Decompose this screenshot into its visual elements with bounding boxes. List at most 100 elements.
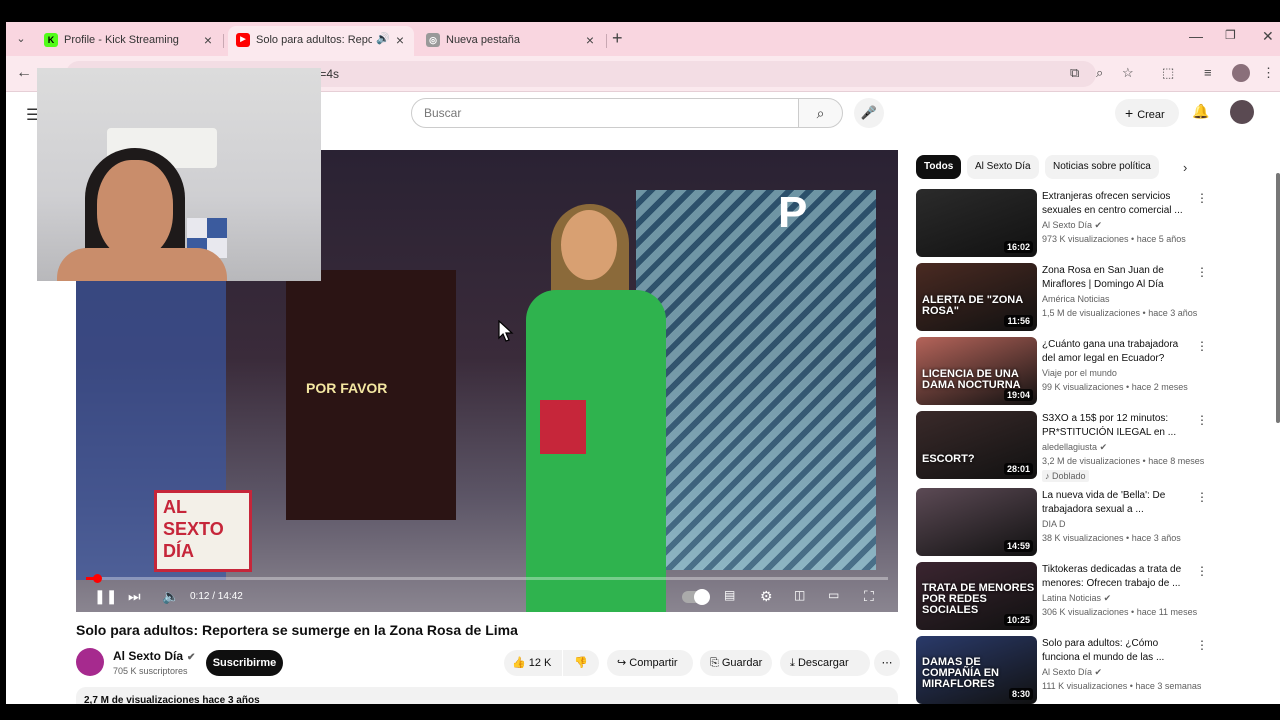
recommended-video[interactable]: LICENCIA DE UNA DAMA NOCTURNA 19:04 ¿Cuánt… <box>916 337 1216 407</box>
video-thumbnail[interactable]: ESCORT? 28:01 <box>916 411 1037 479</box>
thumbnail-text: DAMAS DE COMPAÑÍA EN MIRAFLORES <box>922 656 999 690</box>
recommended-video[interactable]: ALERTA DE "ZONA ROSA" 11:56 Zona Rosa en S… <box>916 263 1216 333</box>
tab-new-tab[interactable]: ◎ Nueva pestaña × <box>418 26 604 56</box>
chip-todos[interactable]: Todos <box>916 155 962 179</box>
video-thumbnail[interactable]: DAMAS DE COMPAÑÍA EN MIRAFLORES 8:30 <box>916 636 1037 704</box>
tab-youtube-video[interactable]: ▶ Solo para adultos: Reporter 🔊 × <box>228 26 414 56</box>
video-thumbnail[interactable]: 16:02 <box>916 189 1037 257</box>
browser-profile-avatar[interactable] <box>1232 64 1250 82</box>
extensions-puzzle-icon[interactable]: ⬚ <box>1162 65 1174 81</box>
autoplay-toggle[interactable] <box>682 589 710 605</box>
recommended-meta: 1,5 M de visualizaciones • hace 3 años <box>1042 308 1198 318</box>
video-thumbnail[interactable]: TRATA DE MENORES POR REDES SOCIALES 10:25 <box>916 562 1037 630</box>
progress-bar[interactable] <box>86 574 888 583</box>
settings-gear-icon[interactable]: ⚙ <box>760 588 773 605</box>
dubbed-badge: ♪ Doblado <box>1042 470 1089 482</box>
close-tab-icon[interactable]: × <box>204 32 212 48</box>
duration-badge: 16:02 <box>1003 241 1033 253</box>
screen: ⌄ K Profile - Kick Streaming × ▶ Solo pa… <box>0 0 1280 720</box>
webcam-person-body <box>57 248 227 281</box>
chip-noticias-politica[interactable]: Noticias sobre política <box>1045 155 1159 179</box>
tab-separator <box>606 34 607 48</box>
tab-kick-profile[interactable]: K Profile - Kick Streaming × <box>36 26 222 56</box>
kebab-menu-icon[interactable]: ⋮ <box>1196 265 1208 279</box>
recommended-title[interactable]: Extranjeras ofrecen servicios sexuales e… <box>1042 190 1192 218</box>
recommended-channel[interactable]: América Noticias <box>1042 294 1110 304</box>
download-button[interactable]: ⤓ Descargar <box>780 650 870 676</box>
show-logo-line: DÍA <box>163 541 194 561</box>
video-thumbnail[interactable]: ALERTA DE "ZONA ROSA" 11:56 <box>916 263 1037 331</box>
tab-title: Solo para adultos: Reporter <box>256 34 372 46</box>
subscribe-button[interactable]: Suscribirme <box>206 650 283 676</box>
search-box[interactable] <box>411 98 799 128</box>
next-video-icon[interactable]: ⏭ <box>128 588 141 605</box>
pause-icon[interactable]: ❚❚ <box>94 588 117 605</box>
recommended-title[interactable]: S3XO a 15$ por 12 minutos: PR*STITUCIÓN … <box>1042 412 1192 440</box>
channel-watermark-icon: P <box>778 188 808 237</box>
recommended-title[interactable]: Tiktokeras dedicadas a trata de menores:… <box>1042 563 1192 591</box>
window-close-icon[interactable]: ✕ <box>1262 28 1274 45</box>
new-tab-plus-icon[interactable]: + <box>612 28 623 49</box>
recommended-channel[interactable]: aledellagiusta ✔ <box>1042 442 1107 453</box>
recommended-title[interactable]: Solo para adultos: ¿Cómo funciona el mun… <box>1042 637 1192 665</box>
recommended-title[interactable]: Zona Rosa en San Juan de Miraflores | Do… <box>1042 264 1192 292</box>
close-tab-icon[interactable]: × <box>586 32 594 48</box>
miniplayer-icon[interactable]: ◫ <box>794 588 805 602</box>
kebab-menu-icon[interactable]: ⋮ <box>1196 638 1208 652</box>
description-box[interactable]: 2,7 M de visualizaciones hace 3 años <box>76 687 898 704</box>
recommended-channel[interactable]: Al Sexto Día ✔ <box>1042 220 1102 231</box>
recommended-title[interactable]: ¿Cuánto gana una trabajadora del amor le… <box>1042 338 1192 366</box>
kebab-menu-icon[interactable]: ⋮ <box>1196 490 1208 504</box>
recommended-video[interactable]: DAMAS DE COMPAÑÍA EN MIRAFLORES 8:30 Solo … <box>916 636 1216 704</box>
install-app-icon[interactable]: ⧉ <box>1070 65 1079 81</box>
close-tab-icon[interactable]: × <box>396 32 404 48</box>
theater-mode-icon[interactable]: ▭ <box>828 588 839 602</box>
kebab-menu-icon[interactable]: ⋮ <box>1196 339 1208 353</box>
channel-text: Al Sexto Día <box>1042 220 1093 230</box>
share-button[interactable]: ↪ Compartir <box>607 650 693 676</box>
like-button[interactable]: 👍 12 K <box>504 650 562 676</box>
tab-search-chevron-icon[interactable]: ⌄ <box>12 30 30 48</box>
recommended-video[interactable]: ESCORT? 28:01 S3XO a 15$ por 12 minutos: P… <box>916 411 1216 482</box>
page-scrollbar[interactable] <box>1276 173 1280 423</box>
fullscreen-icon[interactable]: ⛶ <box>864 588 874 605</box>
video-thumbnail[interactable]: 14:59 <box>916 488 1037 556</box>
subtitles-icon[interactable]: ▤ <box>724 588 735 602</box>
save-button[interactable]: ⎘ Guardar <box>700 650 772 676</box>
back-arrow-icon[interactable]: ← <box>16 64 32 82</box>
bookmark-star-icon[interactable]: ☆ <box>1122 65 1134 81</box>
notifications-bell-icon[interactable]: 🔔 <box>1192 103 1209 120</box>
video-thumbnail[interactable]: LICENCIA DE UNA DAMA NOCTURNA 19:04 <box>916 337 1037 405</box>
player-controls: ❚❚ ⏭ 🔈 0:12 / 14:42 ▤ ⚙ ◫ ▭ ⛶ <box>76 582 898 612</box>
search-button[interactable]: ⌕ <box>798 98 843 128</box>
recommended-channel[interactable]: Al Sexto Día ✔ <box>1042 667 1102 678</box>
kebab-menu-icon[interactable]: ⋮ <box>1262 65 1275 81</box>
channel-name[interactable]: Al Sexto Día ✔ <box>113 649 195 663</box>
minimize-icon[interactable]: — <box>1189 28 1203 44</box>
kebab-menu-icon[interactable]: ⋮ <box>1196 564 1208 578</box>
recommended-channel[interactable]: DIA D <box>1042 519 1066 529</box>
recommended-channel[interactable]: Latina Noticias ✔ <box>1042 593 1111 604</box>
recommended-video[interactable]: 16:02 Extranjeras ofrecen servicios sexua… <box>916 189 1216 259</box>
kebab-menu-icon[interactable]: ⋮ <box>1196 413 1208 427</box>
search-input[interactable] <box>424 106 784 120</box>
restore-icon[interactable]: ❐ <box>1225 28 1236 42</box>
dislike-button[interactable]: 👎 <box>563 650 599 676</box>
voice-search-mic-icon[interactable]: 🎤 <box>854 98 884 128</box>
channel-avatar[interactable] <box>76 648 104 676</box>
zoom-icon[interactable]: ⌕ <box>1096 65 1103 81</box>
verified-check-icon: ✔ <box>1094 667 1103 677</box>
recommended-channel[interactable]: Viaje por el mundo <box>1042 368 1117 378</box>
create-button[interactable]: + Crear <box>1115 99 1179 127</box>
user-avatar[interactable] <box>1230 100 1254 124</box>
chevron-right-icon[interactable]: › <box>1183 160 1187 175</box>
media-controls-icon[interactable]: ≡ <box>1204 65 1212 80</box>
more-actions-button[interactable]: ⋯ <box>874 650 900 676</box>
recommended-video[interactable]: TRATA DE MENORES POR REDES SOCIALES 10:25… <box>916 562 1216 632</box>
kebab-menu-icon[interactable]: ⋮ <box>1196 191 1208 205</box>
volume-icon[interactable]: 🔈 <box>162 588 179 605</box>
chip-al-sexto-dia[interactable]: Al Sexto Día <box>967 155 1039 179</box>
recommended-video[interactable]: 14:59 La nueva vida de 'Bella': De trabaj… <box>916 488 1216 558</box>
recommended-title[interactable]: La nueva vida de 'Bella': De trabajadora… <box>1042 489 1192 517</box>
speaker-icon[interactable]: 🔊 <box>376 32 390 45</box>
